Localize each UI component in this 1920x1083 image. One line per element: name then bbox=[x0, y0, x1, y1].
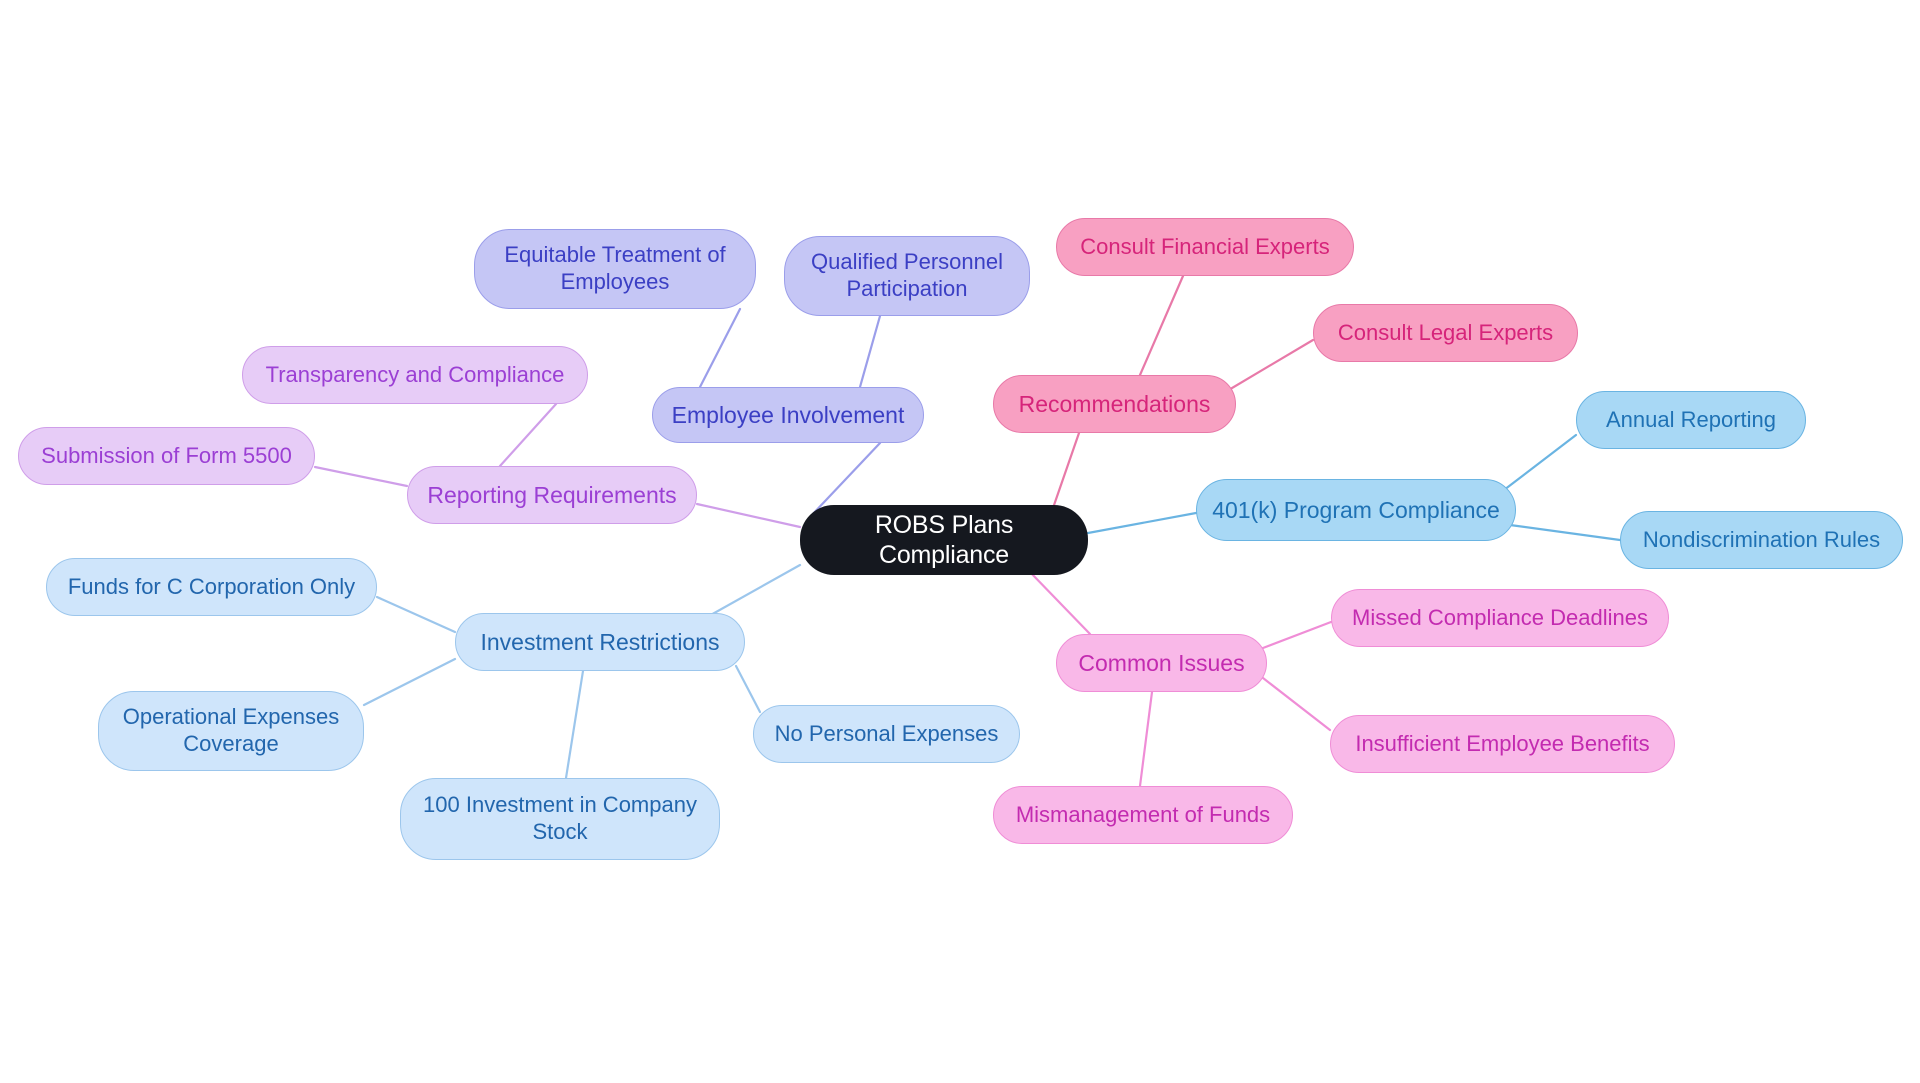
connector-reporting-requirements-to-transparency-and-compliance bbox=[498, 402, 558, 468]
node-401k-program-compliance[interactable]: 401(k) Program Compliance bbox=[1196, 479, 1516, 541]
node-equitable-treatment-of-employees[interactable]: Equitable Treatment of Employees bbox=[474, 229, 756, 309]
connector-employee-involvement-to-qualified-personnel-participation bbox=[858, 314, 882, 389]
connector-root-to-401k-program-compliance bbox=[1086, 511, 1198, 535]
node-annual-reporting[interactable]: Annual Reporting bbox=[1576, 391, 1806, 449]
node-qualified-personnel-participation[interactable]: Qualified Personnel Participation bbox=[784, 236, 1030, 316]
connector-401k-program-compliance-to-annual-reporting bbox=[1502, 433, 1578, 492]
connector-common-issues-to-missed-compliance-deadlines bbox=[1261, 620, 1333, 650]
node-transparency-and-compliance[interactable]: Transparency and Compliance bbox=[242, 346, 588, 404]
node-nondiscrimination-rules[interactable]: Nondiscrimination Rules bbox=[1620, 511, 1903, 569]
connector-recommendations-to-consult-financial-experts bbox=[1138, 274, 1185, 377]
connector-investment-restrictions-to-100-investment-in-company-stock bbox=[564, 669, 585, 780]
connector-investment-restrictions-to-operational-expenses-coverage bbox=[362, 657, 457, 707]
connector-root-to-common-issues bbox=[1028, 570, 1092, 636]
node-investment-restrictions[interactable]: Investment Restrictions bbox=[455, 613, 745, 671]
mindmap-canvas: ROBS Plans Compliance Employee Involvemen… bbox=[0, 0, 1920, 1083]
connector-root-to-reporting-requirements bbox=[695, 502, 802, 529]
node-no-personal-expenses[interactable]: No Personal Expenses bbox=[753, 705, 1020, 763]
node-consult-financial-experts[interactable]: Consult Financial Experts bbox=[1056, 218, 1354, 276]
connector-reporting-requirements-to-submission-of-form-5500 bbox=[313, 465, 409, 488]
connector-root-to-recommendations bbox=[1051, 431, 1081, 510]
connector-common-issues-to-mismanagement-of-funds bbox=[1138, 690, 1154, 788]
connector-401k-program-compliance-to-nondiscrimination-rules bbox=[1508, 523, 1622, 542]
node-submission-of-form-5500[interactable]: Submission of Form 5500 bbox=[18, 427, 315, 485]
node-100-investment-in-company-stock[interactable]: 100 Investment in Company Stock bbox=[400, 778, 720, 860]
node-insufficient-employee-benefits[interactable]: Insufficient Employee Benefits bbox=[1330, 715, 1675, 773]
node-consult-legal-experts[interactable]: Consult Legal Experts bbox=[1313, 304, 1578, 362]
connector-investment-restrictions-to-no-personal-expenses bbox=[734, 664, 762, 714]
connector-common-issues-to-insufficient-employee-benefits bbox=[1261, 676, 1332, 732]
root-node-root[interactable]: ROBS Plans Compliance bbox=[800, 505, 1088, 575]
node-mismanagement-of-funds[interactable]: Mismanagement of Funds bbox=[993, 786, 1293, 844]
connector-employee-involvement-to-equitable-treatment-of-employees bbox=[698, 307, 742, 389]
node-employee-involvement[interactable]: Employee Involvement bbox=[652, 387, 924, 443]
node-operational-expenses-coverage[interactable]: Operational Expenses Coverage bbox=[98, 691, 364, 771]
connector-investment-restrictions-to-funds-for-c-corporation-only bbox=[375, 595, 457, 634]
node-recommendations[interactable]: Recommendations bbox=[993, 375, 1236, 433]
node-missed-compliance-deadlines[interactable]: Missed Compliance Deadlines bbox=[1331, 589, 1669, 647]
connector-recommendations-to-consult-legal-experts bbox=[1225, 338, 1315, 393]
node-reporting-requirements[interactable]: Reporting Requirements bbox=[407, 466, 697, 524]
node-common-issues[interactable]: Common Issues bbox=[1056, 634, 1267, 692]
node-funds-for-c-corporation-only[interactable]: Funds for C Corporation Only bbox=[46, 558, 377, 616]
